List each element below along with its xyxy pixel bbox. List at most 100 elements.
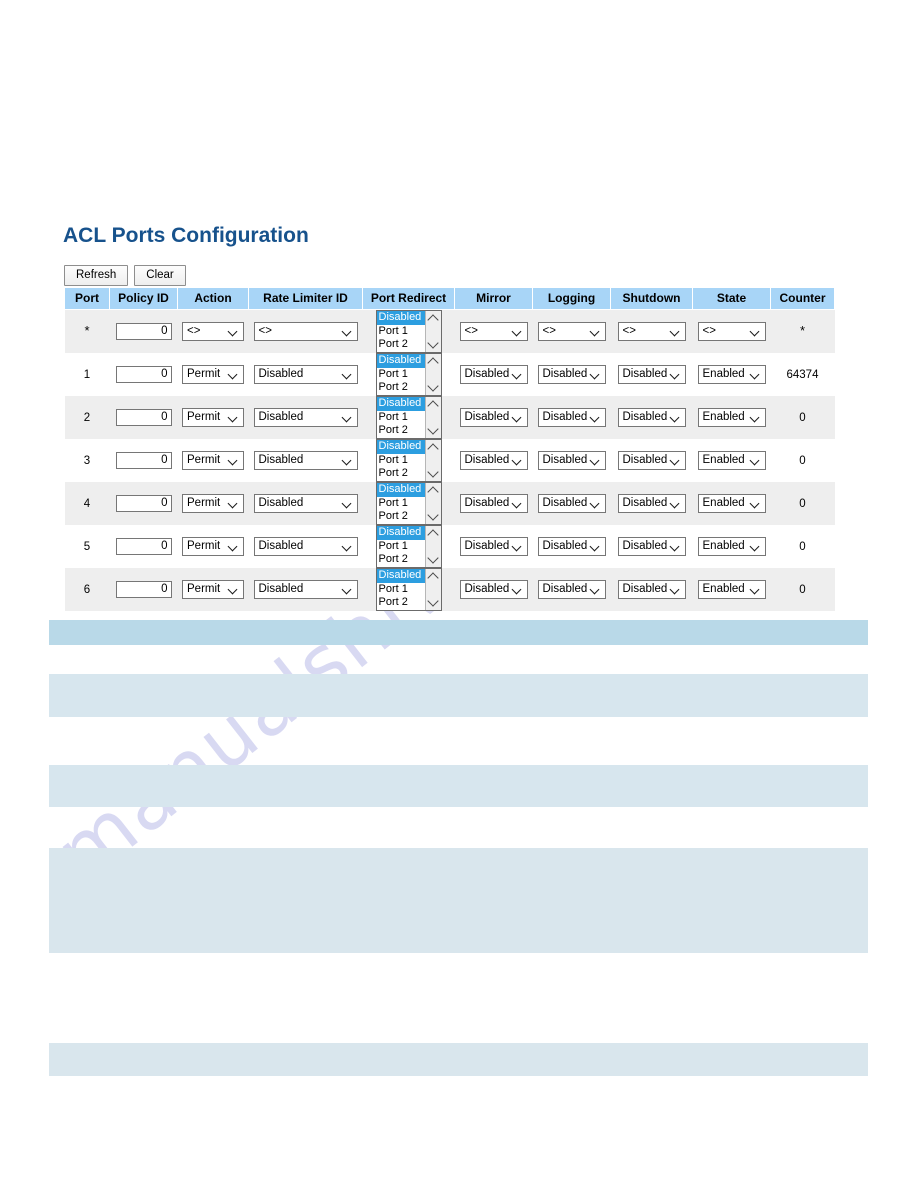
scroll-up-icon[interactable] (428, 442, 439, 453)
listbox-scrollbar[interactable] (424, 354, 441, 395)
logging-select[interactable]: Disabled (537, 365, 606, 384)
policy-id-input[interactable] (115, 323, 172, 340)
scroll-down-icon[interactable] (428, 382, 439, 393)
port-redirect-option[interactable]: Port 2 (377, 381, 425, 395)
action-select[interactable]: Permit (182, 451, 244, 470)
port-redirect-listbox[interactable]: Disabled Port 1 Port 2 (375, 353, 442, 396)
port-redirect-option[interactable]: Port 1 (377, 325, 425, 339)
logging-select[interactable]: Disabled (537, 580, 606, 599)
port-redirect-option[interactable]: Port 1 (377, 497, 425, 511)
listbox-scrollbar[interactable] (424, 483, 441, 524)
port-redirect-option[interactable]: Disabled (376, 354, 425, 368)
port-redirect-option[interactable]: Port 2 (377, 338, 425, 352)
rate-limiter-select[interactable]: Disabled (253, 365, 358, 384)
scroll-up-icon[interactable] (428, 356, 439, 367)
rate-limiter-select[interactable]: <> (253, 322, 358, 341)
state-select[interactable]: Enabled (697, 580, 766, 599)
port-redirect-listbox[interactable]: Disabled Port 1 Port 2 (375, 568, 442, 611)
logging-select[interactable]: <> (537, 322, 606, 341)
action-select[interactable]: Permit (182, 408, 244, 427)
scroll-down-icon[interactable] (428, 425, 439, 436)
mirror-select[interactable]: Disabled (459, 451, 528, 470)
scroll-up-icon[interactable] (428, 528, 439, 539)
port-redirect-option[interactable]: Port 1 (377, 540, 425, 554)
port-redirect-listbox[interactable]: Disabled Port 1 Port 2 (375, 439, 442, 482)
port-redirect-listbox[interactable]: Disabled Port 1 Port 2 (375, 396, 442, 439)
state-select[interactable]: <> (697, 322, 766, 341)
port-redirect-option[interactable]: Port 1 (377, 454, 425, 468)
shutdown-select[interactable]: Disabled (617, 365, 686, 384)
port-redirect-listbox[interactable]: Disabled Port 1 Port 2 (375, 525, 442, 568)
state-select[interactable]: Enabled (697, 451, 766, 470)
shutdown-select[interactable]: Disabled (617, 580, 686, 599)
action-select[interactable]: Permit (182, 537, 244, 556)
rate-limiter-select[interactable]: Disabled (253, 537, 358, 556)
scroll-up-icon[interactable] (428, 313, 439, 324)
listbox-scrollbar[interactable] (424, 440, 441, 481)
rate-limiter-select[interactable]: Disabled (253, 580, 358, 599)
mirror-select[interactable]: Disabled (459, 494, 528, 513)
policy-id-input[interactable] (115, 495, 172, 512)
port-redirect-option[interactable]: Port 1 (377, 583, 425, 597)
shutdown-select[interactable]: Disabled (617, 494, 686, 513)
state-select[interactable]: Enabled (697, 494, 766, 513)
logging-select[interactable]: Disabled (537, 537, 606, 556)
port-redirect-option[interactable]: Port 2 (377, 596, 425, 610)
port-redirect-option[interactable]: Port 2 (377, 467, 425, 481)
scroll-down-icon[interactable] (428, 468, 439, 479)
rate-limiter-select[interactable]: Disabled (253, 451, 358, 470)
shutdown-select[interactable]: Disabled (617, 451, 686, 470)
mirror-select[interactable]: <> (459, 322, 528, 341)
scroll-down-icon[interactable] (428, 554, 439, 565)
port-redirect-option[interactable]: Disabled (376, 569, 425, 583)
shutdown-select[interactable]: Disabled (617, 408, 686, 427)
action-select[interactable]: Permit (182, 580, 244, 599)
policy-id-input[interactable] (115, 581, 172, 598)
listbox-scrollbar[interactable] (424, 526, 441, 567)
policy-id-input[interactable] (115, 366, 172, 383)
listbox-scrollbar[interactable] (424, 569, 441, 610)
port-redirect-option[interactable]: Disabled (376, 483, 425, 497)
port-redirect-option[interactable]: Port 2 (377, 510, 425, 524)
listbox-scrollbar[interactable] (424, 311, 441, 352)
shutdown-select[interactable]: Disabled (617, 537, 686, 556)
action-select[interactable]: Permit (182, 494, 244, 513)
port-redirect-option[interactable]: Port 2 (377, 424, 425, 438)
scroll-down-icon[interactable] (428, 339, 439, 350)
clear-button[interactable]: Clear (134, 265, 186, 286)
port-redirect-listbox[interactable]: Disabled Port 1 Port 2 (375, 310, 442, 353)
action-select[interactable]: <> (182, 322, 244, 341)
port-redirect-option[interactable]: Port 2 (377, 553, 425, 567)
port-redirect-option[interactable]: Port 1 (377, 368, 425, 382)
listbox-scrollbar[interactable] (424, 397, 441, 438)
scroll-down-icon[interactable] (428, 511, 439, 522)
action-select[interactable]: Permit (182, 365, 244, 384)
refresh-button[interactable]: Refresh (64, 265, 129, 286)
shutdown-select[interactable]: <> (617, 322, 686, 341)
mirror-select[interactable]: Disabled (459, 537, 528, 556)
state-select[interactable]: Enabled (697, 365, 766, 384)
port-redirect-option[interactable]: Port 1 (377, 411, 425, 425)
logging-select[interactable]: Disabled (537, 494, 606, 513)
port-redirect-option[interactable]: Disabled (376, 440, 425, 454)
logging-select[interactable]: Disabled (537, 451, 606, 470)
state-select[interactable]: Enabled (697, 537, 766, 556)
port-redirect-option[interactable]: Disabled (376, 311, 425, 325)
port-redirect-option[interactable]: Disabled (376, 526, 425, 540)
state-select[interactable]: Enabled (697, 408, 766, 427)
port-redirect-listbox[interactable]: Disabled Port 1 Port 2 (375, 482, 442, 525)
scroll-up-icon[interactable] (428, 571, 439, 582)
policy-id-input[interactable] (115, 409, 172, 426)
mirror-select[interactable]: Disabled (459, 408, 528, 427)
scroll-up-icon[interactable] (428, 399, 439, 410)
port-redirect-option[interactable]: Disabled (376, 397, 425, 411)
policy-id-input[interactable] (115, 452, 172, 469)
mirror-select[interactable]: Disabled (459, 580, 528, 599)
policy-id-input[interactable] (115, 538, 172, 555)
scroll-up-icon[interactable] (428, 485, 439, 496)
scroll-down-icon[interactable] (428, 597, 439, 608)
rate-limiter-select[interactable]: Disabled (253, 408, 358, 427)
mirror-select[interactable]: Disabled (459, 365, 528, 384)
logging-select[interactable]: Disabled (537, 408, 606, 427)
rate-limiter-select[interactable]: Disabled (253, 494, 358, 513)
